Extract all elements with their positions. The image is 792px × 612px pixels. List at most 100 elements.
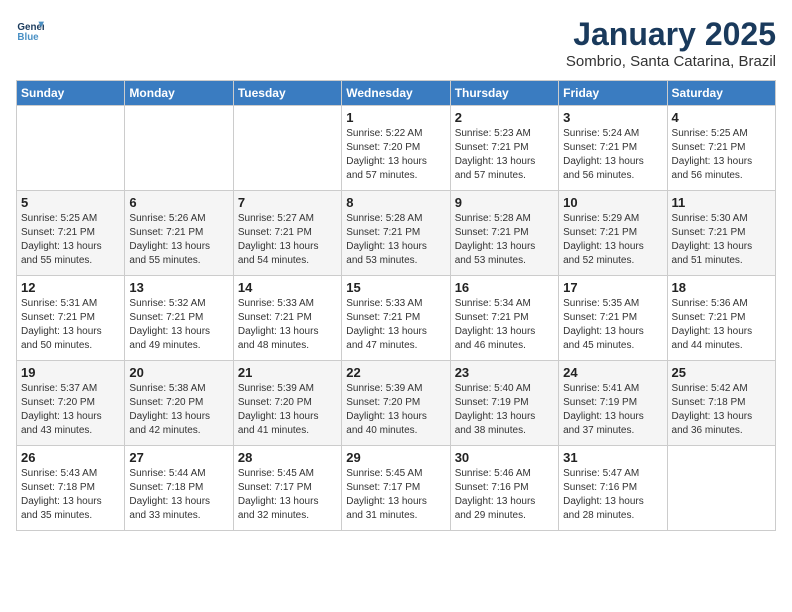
- day-content: Sunrise: 5:42 AM Sunset: 7:18 PM Dayligh…: [672, 382, 771, 438]
- day-number: 2: [455, 110, 554, 125]
- day-content: Sunrise: 5:46 AM Sunset: 7:16 PM Dayligh…: [455, 467, 554, 523]
- day-number: 5: [21, 195, 120, 210]
- table-row: 21Sunrise: 5:39 AM Sunset: 7:20 PM Dayli…: [233, 361, 341, 446]
- day-number: 4: [672, 110, 771, 125]
- day-content: Sunrise: 5:22 AM Sunset: 7:20 PM Dayligh…: [346, 127, 445, 183]
- day-number: 31: [563, 450, 662, 465]
- day-content: Sunrise: 5:28 AM Sunset: 7:21 PM Dayligh…: [346, 212, 445, 268]
- table-row: 18Sunrise: 5:36 AM Sunset: 7:21 PM Dayli…: [667, 276, 775, 361]
- table-row: 8 Sunrise: 5:28 AM Sunset: 7:21 PM Daylig…: [342, 191, 450, 276]
- day-number: 9: [455, 195, 554, 210]
- table-row: 9 Sunrise: 5:28 AM Sunset: 7:21 PM Daylig…: [450, 191, 558, 276]
- day-content: Sunrise: 5:25 AM Sunset: 7:21 PM Dayligh…: [672, 127, 771, 183]
- page-header: General Blue January 2025 Sombrio, Santa…: [16, 16, 776, 70]
- table-row: 23 Sunrise: 5:40 AM Sunset: 7:19 PM Dayli…: [450, 361, 558, 446]
- day-content: Sunrise: 5:32 AM Sunset: 7:21 PM Dayligh…: [129, 297, 228, 353]
- day-number: 26: [21, 450, 120, 465]
- day-content: Sunrise: 5:36 AM Sunset: 7:21 PM Dayligh…: [672, 297, 771, 353]
- day-content: Sunrise: 5:39 AM Sunset: 7:20 PM Dayligh…: [346, 382, 445, 438]
- svg-text:Blue: Blue: [17, 32, 39, 43]
- day-content: Sunrise: 5:44 AM Sunset: 7:18 PM Dayligh…: [129, 467, 228, 523]
- day-content: Sunrise: 5:45 AM Sunset: 7:17 PM Dayligh…: [346, 467, 445, 523]
- table-row: [125, 106, 233, 191]
- day-content: Sunrise: 5:40 AM Sunset: 7:19 PM Dayligh…: [455, 382, 554, 438]
- table-row: 7Sunrise: 5:27 AM Sunset: 7:21 PM Daylig…: [233, 191, 341, 276]
- day-number: 19: [21, 365, 120, 380]
- table-row: 4 Sunrise: 5:25 AM Sunset: 7:21 PM Daylig…: [667, 106, 775, 191]
- table-row: 22 Sunrise: 5:39 AM Sunset: 7:20 PM Dayli…: [342, 361, 450, 446]
- table-row: 2 Sunrise: 5:23 AM Sunset: 7:21 PM Daylig…: [450, 106, 558, 191]
- table-row: 6 Sunrise: 5:26 AM Sunset: 7:21 PM Daylig…: [125, 191, 233, 276]
- header-friday: Friday: [559, 81, 667, 106]
- table-row: 26 Sunrise: 5:43 AM Sunset: 7:18 PM Dayli…: [17, 446, 125, 531]
- table-row: 3 Sunrise: 5:24 AM Sunset: 7:21 PM Daylig…: [559, 106, 667, 191]
- day-content: Sunrise: 5:45 AM Sunset: 7:17 PM Dayligh…: [238, 467, 337, 523]
- calendar-header: Sunday Monday Tuesday Wednesday Thursday…: [17, 81, 776, 106]
- day-content: Sunrise: 5:33 AM Sunset: 7:21 PM Dayligh…: [346, 297, 445, 353]
- day-content: Sunrise: 5:30 AM Sunset: 7:21 PM Dayligh…: [672, 212, 771, 268]
- table-row: 27 Sunrise: 5:44 AM Sunset: 7:18 PM Dayli…: [125, 446, 233, 531]
- day-number: 21: [238, 365, 337, 380]
- table-row: 15 Sunrise: 5:33 AM Sunset: 7:21 PM Dayli…: [342, 276, 450, 361]
- day-number: 14: [238, 280, 337, 295]
- day-content: Sunrise: 5:25 AM Sunset: 7:21 PM Dayligh…: [21, 212, 120, 268]
- day-content: Sunrise: 5:34 AM Sunset: 7:21 PM Dayligh…: [455, 297, 554, 353]
- day-number: 29: [346, 450, 445, 465]
- table-row: 13Sunrise: 5:32 AM Sunset: 7:21 PM Dayli…: [125, 276, 233, 361]
- day-content: Sunrise: 5:23 AM Sunset: 7:21 PM Dayligh…: [455, 127, 554, 183]
- day-number: 24: [563, 365, 662, 380]
- day-number: 17: [563, 280, 662, 295]
- day-number: 23: [455, 365, 554, 380]
- table-row: 1 Sunrise: 5:22 AM Sunset: 7:20 PM Daylig…: [342, 106, 450, 191]
- table-row: 10 Sunrise: 5:29 AM Sunset: 7:21 PM Dayli…: [559, 191, 667, 276]
- day-content: Sunrise: 5:29 AM Sunset: 7:21 PM Dayligh…: [563, 212, 662, 268]
- day-content: Sunrise: 5:35 AM Sunset: 7:21 PM Dayligh…: [563, 297, 662, 353]
- header-thursday: Thursday: [450, 81, 558, 106]
- table-row: 29 Sunrise: 5:45 AM Sunset: 7:17 PM Dayli…: [342, 446, 450, 531]
- day-number: 1: [346, 110, 445, 125]
- table-row: 31 Sunrise: 5:47 AM Sunset: 7:16 PM Dayli…: [559, 446, 667, 531]
- day-content: Sunrise: 5:37 AM Sunset: 7:20 PM Dayligh…: [21, 382, 120, 438]
- day-number: 10: [563, 195, 662, 210]
- day-content: Sunrise: 5:47 AM Sunset: 7:16 PM Dayligh…: [563, 467, 662, 523]
- calendar-body: 1 Sunrise: 5:22 AM Sunset: 7:20 PM Daylig…: [17, 106, 776, 531]
- table-row: 5 Sunrise: 5:25 AM Sunset: 7:21 PM Daylig…: [17, 191, 125, 276]
- logo-icon: General Blue: [16, 16, 44, 44]
- table-row: 17 Sunrise: 5:35 AM Sunset: 7:21 PM Dayli…: [559, 276, 667, 361]
- day-content: Sunrise: 5:43 AM Sunset: 7:18 PM Dayligh…: [21, 467, 120, 523]
- day-number: 15: [346, 280, 445, 295]
- day-content: Sunrise: 5:38 AM Sunset: 7:20 PM Dayligh…: [129, 382, 228, 438]
- table-row: 19 Sunrise: 5:37 AM Sunset: 7:20 PM Dayli…: [17, 361, 125, 446]
- day-content: Sunrise: 5:28 AM Sunset: 7:21 PM Dayligh…: [455, 212, 554, 268]
- month-title: January 2025: [566, 16, 776, 53]
- table-row: 28 Sunrise: 5:45 AM Sunset: 7:17 PM Dayli…: [233, 446, 341, 531]
- header-tuesday: Tuesday: [233, 81, 341, 106]
- day-number: 11: [672, 195, 771, 210]
- day-number: 22: [346, 365, 445, 380]
- day-content: Sunrise: 5:33 AM Sunset: 7:21 PM Dayligh…: [238, 297, 337, 353]
- day-content: Sunrise: 5:26 AM Sunset: 7:21 PM Dayligh…: [129, 212, 228, 268]
- day-content: Sunrise: 5:24 AM Sunset: 7:21 PM Dayligh…: [563, 127, 662, 183]
- day-content: Sunrise: 5:31 AM Sunset: 7:21 PM Dayligh…: [21, 297, 120, 353]
- day-number: 27: [129, 450, 228, 465]
- day-number: 3: [563, 110, 662, 125]
- table-row: 20 Sunrise: 5:38 AM Sunset: 7:20 PM Dayli…: [125, 361, 233, 446]
- day-number: 16: [455, 280, 554, 295]
- location-subtitle: Sombrio, Santa Catarina, Brazil: [566, 53, 776, 70]
- day-number: 28: [238, 450, 337, 465]
- table-row: 11 Sunrise: 5:30 AM Sunset: 7:21 PM Dayli…: [667, 191, 775, 276]
- table-row: 24Sunrise: 5:41 AM Sunset: 7:19 PM Dayli…: [559, 361, 667, 446]
- day-number: 8: [346, 195, 445, 210]
- table-row: [17, 106, 125, 191]
- calendar-table: Sunday Monday Tuesday Wednesday Thursday…: [16, 80, 776, 531]
- day-number: 6: [129, 195, 228, 210]
- day-number: 12: [21, 280, 120, 295]
- table-row: [233, 106, 341, 191]
- header-sunday: Sunday: [17, 81, 125, 106]
- table-row: 25 Sunrise: 5:42 AM Sunset: 7:18 PM Dayli…: [667, 361, 775, 446]
- day-number: 20: [129, 365, 228, 380]
- day-number: 25: [672, 365, 771, 380]
- logo: General Blue: [16, 16, 44, 44]
- header-monday: Monday: [125, 81, 233, 106]
- table-row: 30Sunrise: 5:46 AM Sunset: 7:16 PM Dayli…: [450, 446, 558, 531]
